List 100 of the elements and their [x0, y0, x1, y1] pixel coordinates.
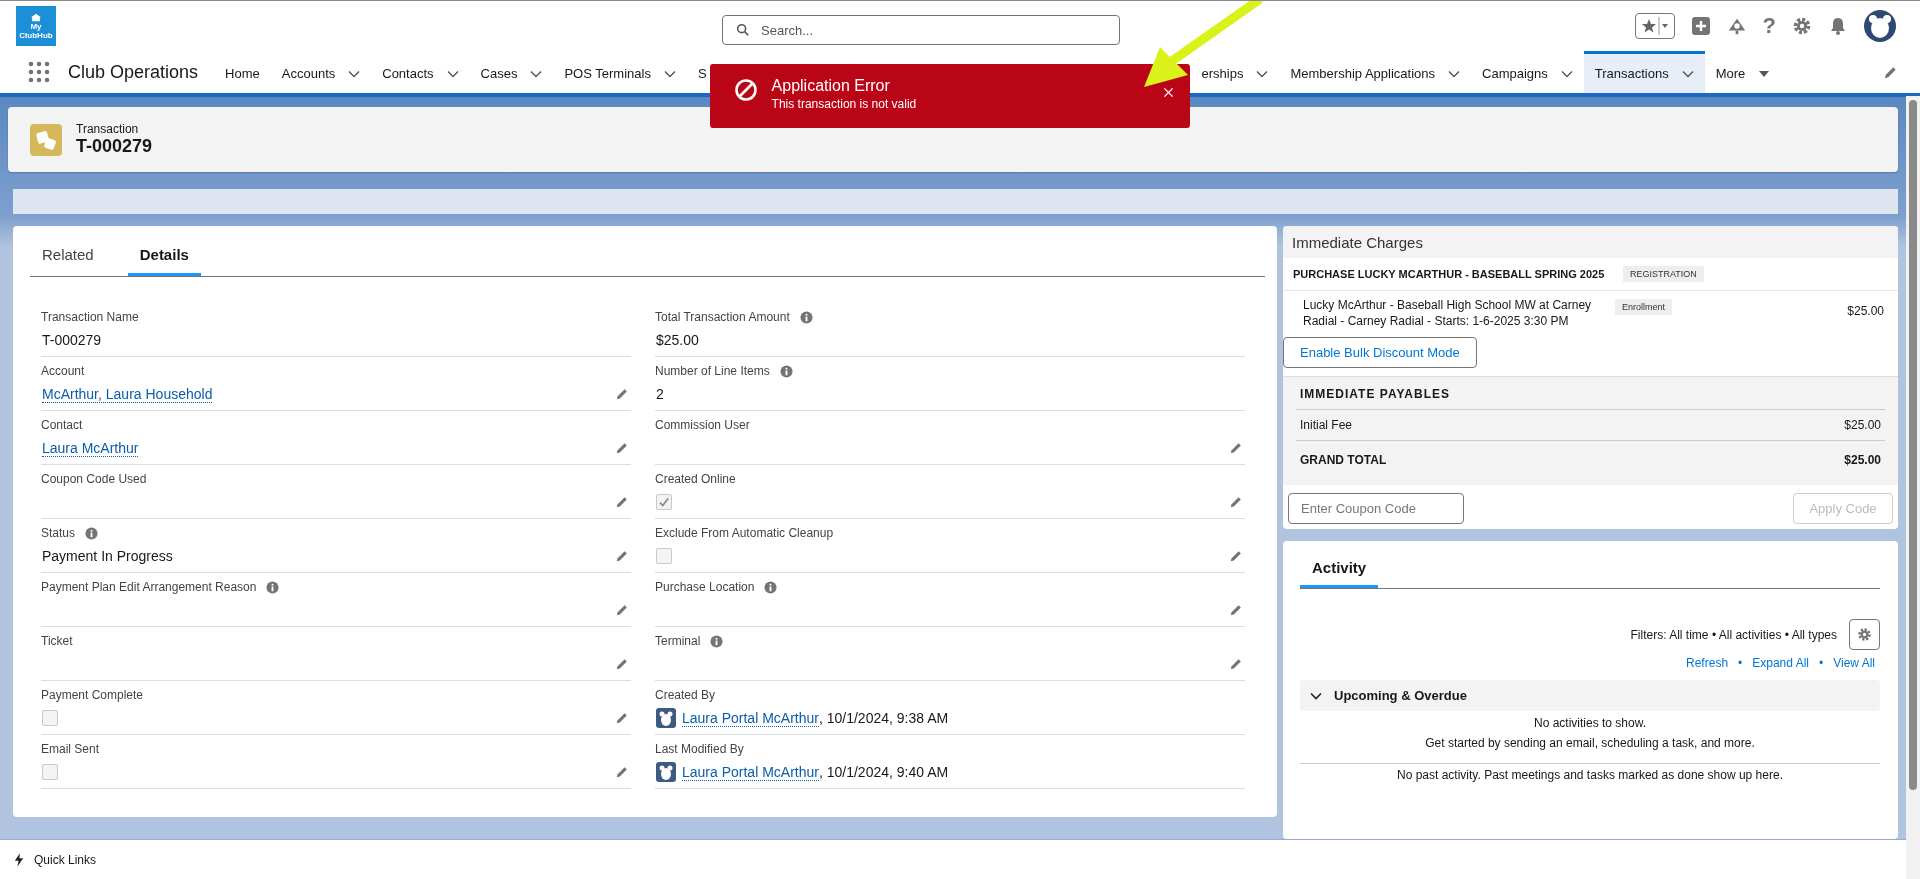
- field-label: Created By: [655, 688, 716, 702]
- total-amount: $25.00: [1844, 453, 1881, 467]
- nav-tab[interactable]: Membership Applications: [1279, 51, 1471, 93]
- search-field[interactable]: Search...: [722, 15, 1120, 45]
- item-amount: $25.00: [1847, 304, 1884, 318]
- activity-link[interactable]: View All: [1833, 656, 1875, 670]
- gear-icon[interactable]: [1857, 627, 1872, 642]
- group-title: PURCHASE LUCKY MCARTHUR - BASEBALL SPRING 2025: [1293, 268, 1606, 280]
- empty-message: Get started by sending an email, scheduling a task, and more.: [1424, 736, 1756, 751]
- help-icon[interactable]: ?: [1762, 15, 1776, 37]
- field-label: Last Modified By: [655, 742, 744, 756]
- record-tab[interactable]: Related: [30, 234, 106, 276]
- activity-link[interactable]: Refresh: [1686, 656, 1729, 670]
- nav-tab[interactable]: Campaigns: [1471, 51, 1584, 93]
- field-label: Payment Plan Edit Arrangement Reason: [41, 580, 257, 594]
- user-link[interactable]: Laura Portal McArthur: [682, 763, 819, 781]
- app-launcher-icon[interactable]: [28, 61, 50, 83]
- empty-message: No past activity. Past meetings and tasks marked as done show up here.: [1396, 768, 1784, 783]
- edit-icon[interactable]: [615, 711, 629, 725]
- nav-tab[interactable]: Transactions: [1583, 51, 1705, 93]
- field-label: Status: [41, 526, 76, 540]
- edit-icon[interactable]: [615, 495, 629, 509]
- field-link[interactable]: Laura McArthur: [42, 439, 139, 457]
- nav-tab[interactable]: erships: [1190, 51, 1280, 93]
- house-icon: [29, 12, 43, 22]
- nav-tab[interactable]: Accounts: [270, 51, 372, 93]
- empty-message: No activities to show.: [1532, 716, 1648, 731]
- info-icon[interactable]: [799, 310, 813, 324]
- add-icon[interactable]: [1690, 16, 1711, 36]
- info-icon[interactable]: [266, 580, 280, 594]
- info-icon[interactable]: [85, 526, 99, 540]
- field-value: , 10/1/2024, 9:38 AM: [818, 710, 949, 726]
- field-value: 2: [656, 386, 664, 402]
- user-icon: [656, 762, 676, 782]
- field-label: Coupon Code Used: [41, 472, 147, 486]
- quick-links-item[interactable]: Quick Links: [34, 852, 97, 867]
- field-label: Contact: [41, 418, 83, 432]
- app-logo[interactable]: My ClubHub: [16, 6, 56, 46]
- close-icon[interactable]: [1162, 87, 1174, 98]
- field-label: Number of Line Items: [655, 364, 770, 378]
- fee-label: Initial Fee: [1300, 418, 1353, 432]
- field-value: $25.00: [656, 332, 699, 348]
- edit-icon[interactable]: [1229, 441, 1243, 455]
- nav-tab[interactable]: Home: [214, 51, 271, 93]
- toast-title: Application Error: [771, 76, 891, 96]
- field-value: , 10/1/2024, 9:40 AM: [818, 764, 949, 780]
- field-link[interactable]: McArthur, Laura Household: [42, 385, 213, 403]
- edit-icon[interactable]: [1229, 549, 1243, 563]
- section-header[interactable]: Upcoming & Overdue: [1300, 680, 1880, 711]
- nav-tab[interactable]: S: [686, 51, 707, 93]
- field-label: Email Sent: [41, 742, 100, 756]
- notifications-icon[interactable]: [1828, 16, 1848, 36]
- edit-icon[interactable]: [1229, 603, 1243, 617]
- edit-icon[interactable]: [615, 549, 629, 563]
- separator-dot: •: [1738, 656, 1743, 670]
- field-label: Terminal: [655, 634, 701, 648]
- logo-text: My ClubHub: [18, 21, 54, 40]
- field-label: Commission User: [655, 418, 750, 432]
- edit-icon[interactable]: [615, 441, 629, 455]
- edit-icon[interactable]: [615, 603, 629, 617]
- favorites-button[interactable]: [1634, 13, 1675, 39]
- lightning-icon[interactable]: [14, 852, 24, 867]
- activity-link[interactable]: Expand All: [1752, 656, 1809, 670]
- nav-tab[interactable]: More: [1704, 51, 1782, 93]
- settings-icon[interactable]: [1792, 16, 1812, 36]
- filter-settings-button[interactable]: [1849, 619, 1880, 650]
- info-icon[interactable]: [710, 634, 724, 648]
- item-description: Lucky McArthur - Baseball High School MW at Carney Radial - Carney Radial - Starts: 1-6-2025 3:30 PM: [1303, 297, 1593, 329]
- edit-icon[interactable]: [1229, 495, 1243, 509]
- edit-icon[interactable]: [615, 765, 629, 779]
- record-tab[interactable]: Details: [127, 234, 201, 276]
- error-icon: [733, 78, 758, 102]
- app-name: Club Operations: [68, 61, 199, 83]
- nav-tab[interactable]: POS Terminals: [553, 51, 687, 93]
- user-icon: [656, 708, 676, 728]
- nav-tab[interactable]: Contacts: [371, 51, 470, 93]
- separator-dot: •: [1819, 656, 1824, 670]
- scrollbar[interactable]: [1906, 96, 1920, 879]
- field-value: T-000279: [42, 332, 102, 348]
- bulk-discount-button[interactable]: Enable Bulk Discount Mode: [1283, 337, 1477, 368]
- edit-icon[interactable]: [615, 657, 629, 671]
- filters-text: Filters: All time • All activities • All types: [1630, 627, 1837, 642]
- category-tag: REGISTRATION: [1623, 266, 1704, 282]
- user-link[interactable]: Laura Portal McArthur: [682, 709, 819, 727]
- field-label: Account: [41, 364, 85, 378]
- field-label: Total Transaction Amount: [655, 310, 790, 324]
- info-icon[interactable]: [779, 364, 793, 378]
- nav-tab[interactable]: Cases: [469, 51, 554, 93]
- info-icon[interactable]: [764, 580, 778, 594]
- tree-icon[interactable]: [1726, 16, 1747, 36]
- section-title: IMMEDIATE PAYABLES: [1296, 387, 1885, 410]
- edit-icon[interactable]: [1229, 657, 1243, 671]
- edit-icon[interactable]: [615, 387, 629, 401]
- category-tag: Enrollment: [1615, 299, 1673, 315]
- user-avatar[interactable]: [1864, 10, 1896, 42]
- record-name: T-000279: [76, 136, 153, 157]
- card-title: Immediate Charges: [1292, 233, 1423, 251]
- activity-tab[interactable]: Activity: [1300, 549, 1379, 588]
- field-label: Ticket: [41, 634, 73, 648]
- record-type: Transaction: [76, 122, 140, 136]
